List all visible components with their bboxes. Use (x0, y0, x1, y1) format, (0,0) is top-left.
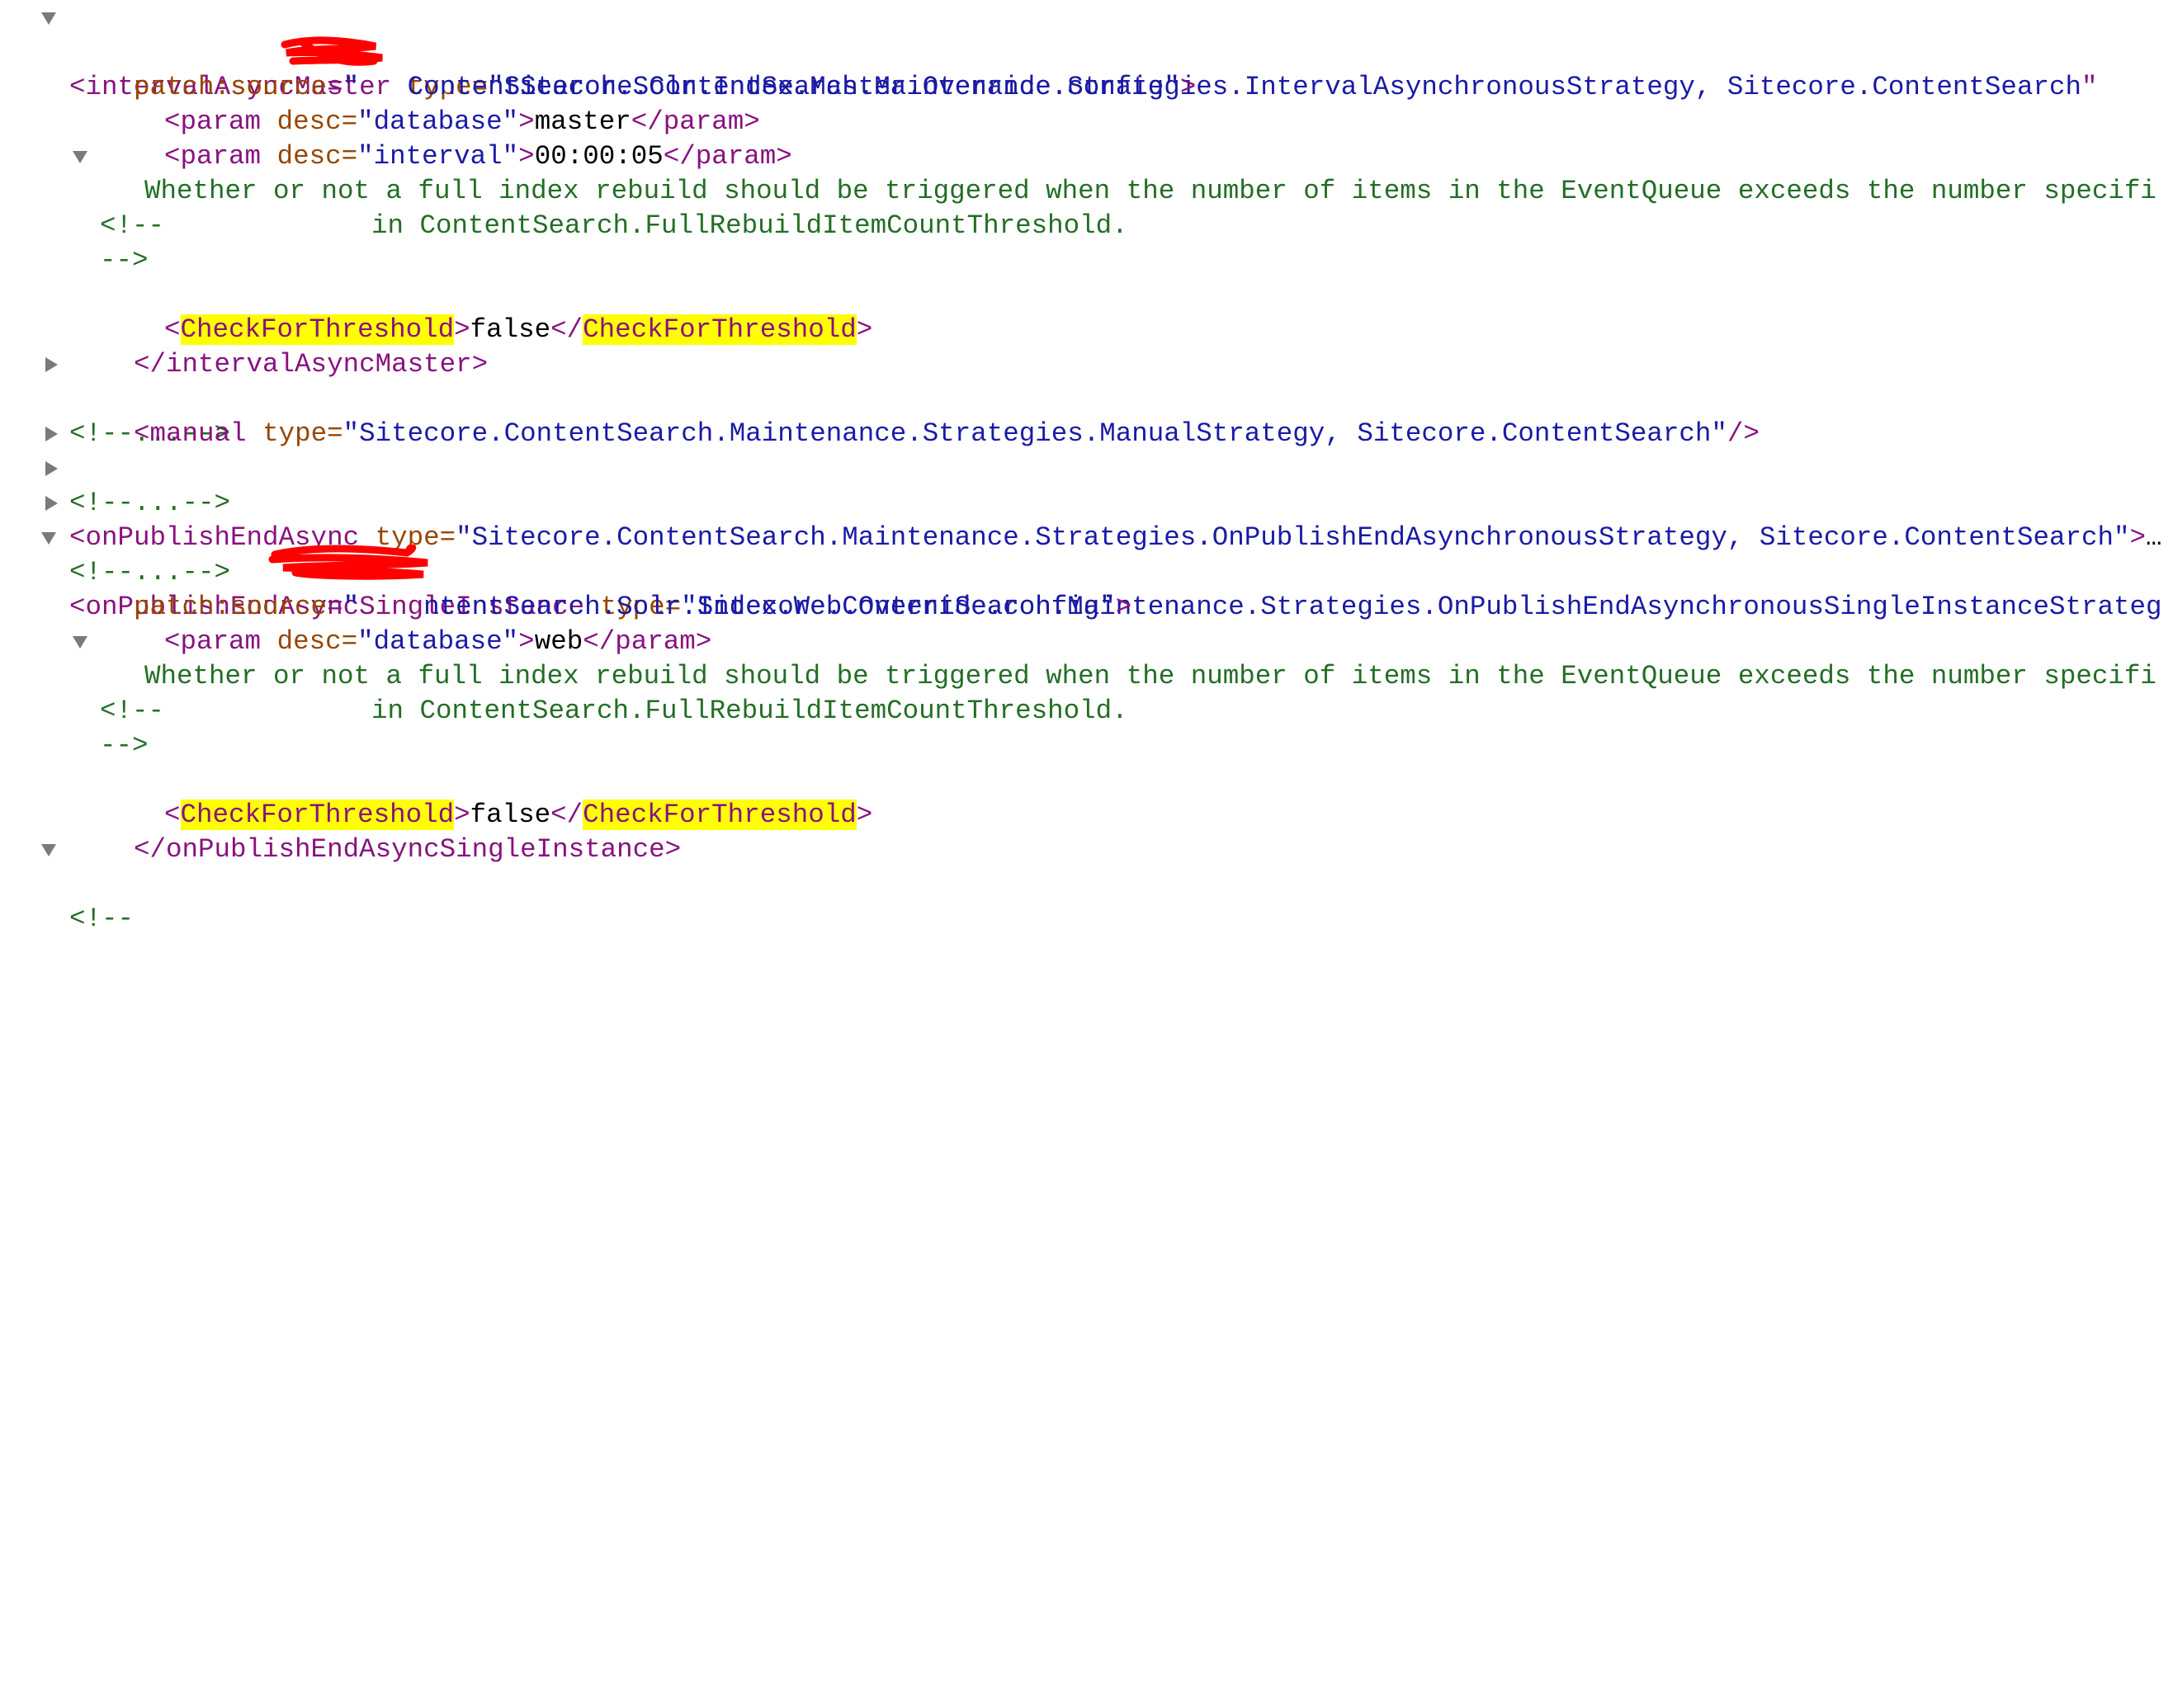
tag-end-open: </ (134, 349, 167, 380)
tag-close-bracket: > (518, 141, 535, 172)
attribute-value: Sitecore.ContentSearch.Maintenance.Strat… (359, 418, 1712, 449)
collapse-triangle-icon[interactable] (73, 636, 87, 649)
tag-close-bracket: > (1115, 592, 1132, 622)
xml-comment[interactable]: <!-- (0, 833, 134, 934)
attribute-quote: " (502, 141, 519, 172)
attribute-value: database (373, 626, 503, 657)
tag-name: param (180, 626, 262, 657)
tag-close-bracket: > (518, 626, 535, 657)
attribute-value: Sitecore.ContentSearch.Maintenance.Strat… (471, 522, 2114, 553)
tag-end-open: </ (134, 834, 167, 865)
collapse-triangle-icon[interactable] (41, 844, 56, 856)
tag-close-bracket: > (776, 141, 792, 172)
xml-node-onPublishEndAsync[interactable]: <onPublishEndAsync type="Sitecore.Conten… (0, 451, 2162, 553)
tag-name: param (695, 141, 777, 172)
tag-name: param (180, 141, 262, 172)
tag-name: onPublishEndAsyncSingleInstance (166, 834, 665, 865)
xml-node-close: </intervalAsyncMaster> (69, 313, 488, 380)
tag-self-close: /> (1727, 418, 1760, 449)
xml-comment-collapsed[interactable]: <!--...--> (0, 347, 230, 449)
xml-node-manual[interactable]: <manual type="Sitecore.ContentSearch.Mai… (69, 382, 1760, 449)
comment-collapsed-text: <!--...--> (69, 488, 231, 518)
attribute-value: interval (373, 141, 503, 172)
xml-node-intervalAsyncMaster[interactable]: <intervalAsyncMaster type="Sitecore.Cont… (0, 1, 2097, 102)
tag-open-bracket: < (69, 522, 86, 553)
attribute-name: desc (276, 626, 342, 657)
comment-text: in ContentSearch.FullRebuildItemCountThr… (371, 210, 1128, 241)
collapse-triangle-icon[interactable] (73, 151, 87, 163)
comment-text: in ContentSearch.FullRebuildItemCountThr… (371, 696, 1128, 726)
tag-close-bracket: > (664, 834, 682, 865)
comment-close: --> (100, 245, 149, 276)
attribute-quote: " (1164, 72, 1180, 102)
collapse-triangle-icon[interactable] (41, 12, 56, 25)
comment-open: <!-- (69, 904, 135, 934)
expand-triangle-icon[interactable] (45, 427, 58, 441)
xml-comment[interactable]: <!-- (0, 139, 164, 241)
tag-open-bracket: < (164, 141, 181, 172)
node-text: web (534, 626, 583, 657)
node-text: 00:00:05 (534, 141, 664, 172)
attribute-quote: " (357, 626, 374, 657)
expand-triangle-icon[interactable] (45, 357, 58, 372)
tag-end-open: </ (583, 626, 616, 657)
attribute-quote: " (357, 141, 374, 172)
attribute-quote: " (1099, 592, 1116, 622)
tag-close-bracket: > (856, 800, 873, 830)
tag-name-highlighted: CheckForThreshold (583, 314, 857, 345)
tag-name: manual (149, 418, 247, 449)
redaction-scribble (281, 36, 383, 66)
comment-text: Whether or not a full index rebuild shou… (144, 661, 2156, 691)
tag-open-bracket: < (164, 626, 181, 657)
attribute-quote: " (2081, 72, 2098, 102)
expand-triangle-icon[interactable] (45, 461, 58, 476)
tag-close-bracket: > (2129, 522, 2146, 553)
attribute-equals: = (341, 141, 358, 172)
attribute-name: desc (276, 141, 342, 172)
tag-name: intervalAsyncMaster (166, 349, 472, 380)
attribute-quote: " (2113, 522, 2130, 553)
comment-text: Whether or not a full index rebuild shou… (144, 176, 2156, 206)
tag-close-bracket: > (471, 349, 489, 380)
tag-open-bracket: < (134, 418, 150, 449)
xml-node-checkforthreshold[interactable]: <CheckForThreshold>false</CheckForThresh… (100, 278, 872, 345)
attribute-quote: " (502, 626, 519, 657)
attribute-equals: = (341, 626, 358, 657)
attribute-equals: = (327, 418, 343, 449)
attribute-name: type (262, 418, 328, 449)
xml-comment-collapsed[interactable]: <!--...--> (0, 486, 230, 587)
xml-tree-viewer: <intervalAsyncMaster type="Sitecore.Cont… (0, 0, 2173, 934)
xml-node-close: </onPublishEndAsyncSingleInstance> (69, 798, 681, 865)
tag-close-bracket: > (1179, 72, 1197, 102)
tag-name: param (615, 626, 696, 657)
attribute-quote: " (456, 522, 472, 553)
attribute-quote: " (1711, 418, 1727, 449)
xml-attribute-line: patch:source=" ContentSearch.Solr.Index.… (69, 35, 1196, 102)
redaction-scribble (268, 545, 428, 580)
xml-comment[interactable]: <!-- (0, 625, 164, 726)
tag-close-bracket: > (695, 626, 712, 657)
tag-end-open: </ (663, 141, 696, 172)
xml-node-param[interactable]: <param desc="interval">00:00:05</param> (100, 105, 792, 172)
tag-end-open: </ (550, 314, 583, 345)
comment-open: <!-- (100, 696, 165, 726)
xml-comment-collapsed[interactable]: <!--...--> (0, 417, 230, 518)
comment-close: --> (100, 730, 149, 761)
attribute-quote: " (342, 418, 360, 449)
collapse-triangle-icon[interactable] (41, 532, 56, 545)
xml-node-checkforthreshold[interactable]: <CheckForThreshold>false</CheckForThresh… (100, 763, 872, 830)
comment-open: <!-- (100, 210, 165, 241)
attribute-equals: = (439, 522, 456, 553)
xml-node-param[interactable]: <param desc="database">web</param> (100, 590, 711, 657)
xml-node-param[interactable]: <param desc="database">master</param> (100, 70, 760, 137)
xml-node-onPublishEndAsyncSingleInstance[interactable]: <onPublishEndAsyncSingleInstance type="S… (0, 521, 2161, 622)
xml-attribute-line: patch:source=" ntentSearch.Solr.Index.We… (69, 555, 1131, 622)
tag-close-bracket: > (856, 314, 873, 345)
expand-triangle-icon[interactable] (45, 496, 58, 511)
collapsed-ellipsis: … (2146, 522, 2162, 553)
